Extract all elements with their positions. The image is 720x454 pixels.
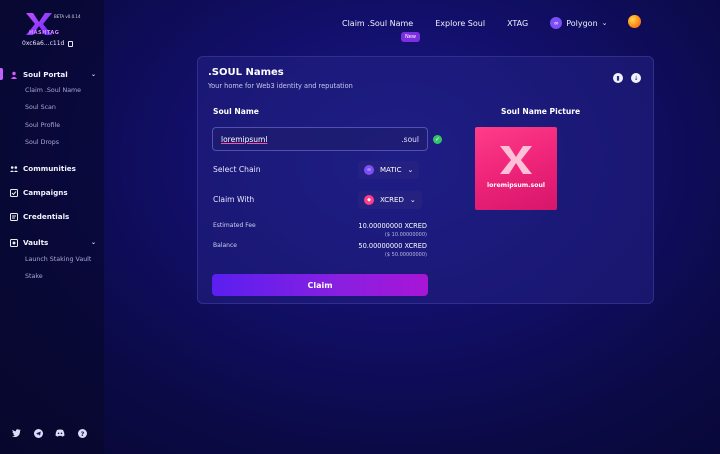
soul-suffix: .soul <box>401 134 419 144</box>
soul-name-picture: loremipsum.soul <box>475 127 557 210</box>
soul-names-card: .SOUL Names Your home for Web3 identity … <box>197 56 654 304</box>
sidebar-section-label: Campaigns <box>23 188 68 197</box>
campaigns-icon <box>10 188 18 197</box>
page-title: .SOUL Names <box>208 67 284 78</box>
soul-name-value: loremipsuml <box>221 134 268 144</box>
avatar[interactable] <box>628 15 641 28</box>
token-value: XCRED <box>380 196 404 204</box>
copy-icon[interactable] <box>68 40 74 47</box>
vault-icon <box>10 238 18 247</box>
sidebar-section-label: Soul Portal <box>23 70 68 79</box>
balance-value: 50.00000000 XCRED <box>358 242 427 250</box>
sidebar-item-launch-staking-vault[interactable]: Launch Staking Vault <box>25 256 91 263</box>
token-select[interactable]: ◆ XCRED ⌄ <box>358 191 422 209</box>
sidebar-section-soul-portal[interactable]: Soul Portal ⌄ <box>10 70 96 79</box>
sidebar-item-soul-scan[interactable]: Soul Scan <box>25 104 56 111</box>
wallet-address[interactable]: 0xc6a6...c11d <box>22 40 74 47</box>
estimated-fee-usd: ($ 10.00000000) <box>384 232 427 238</box>
communities-icon <box>10 165 18 173</box>
network-label: Polygon <box>566 18 598 28</box>
sidebar-section-credentials[interactable]: Credentials <box>10 212 96 221</box>
new-badge: New <box>401 31 420 42</box>
sidebar-section-label: Communities <box>23 164 76 173</box>
nav-explore-soul[interactable]: Explore Soul <box>435 19 485 28</box>
sidebar-section-label: Vaults <box>23 238 49 247</box>
soul-name-input[interactable]: loremipsuml .soul <box>212 127 428 151</box>
sidebar-item-soul-drops[interactable]: Soul Drops <box>25 139 59 146</box>
estimated-fee-label: Estimated Fee <box>213 222 256 229</box>
beta-version: BETA v0.0.14 <box>54 14 81 19</box>
credentials-icon <box>10 212 18 221</box>
matic-icon: ∞ <box>364 165 374 175</box>
chevron-down-icon: ⌄ <box>409 196 416 204</box>
top-navigation: Claim .Soul Name New Explore Soul XTAG ∞… <box>342 17 630 42</box>
chain-select[interactable]: ∞ MATIC ⌄ <box>358 161 420 179</box>
chain-value: MATIC <box>380 166 402 174</box>
card-actions: ▮ ↓ <box>613 73 641 83</box>
user-icon <box>10 71 18 79</box>
picture-soul-name: loremipsum.soul <box>487 182 545 189</box>
balance-label: Balance <box>213 242 237 249</box>
download-icon[interactable]: ↓ <box>631 73 641 83</box>
chevron-down-icon: ⌄ <box>90 239 96 246</box>
sidebar-item-claim-soul-name[interactable]: Claim .Soul Name <box>25 87 81 94</box>
check-icon: ✓ <box>433 135 442 144</box>
social-links: ? <box>11 428 87 438</box>
discord-icon[interactable] <box>55 428 65 438</box>
sidebar-section-vaults[interactable]: Vaults ⌄ <box>10 238 96 247</box>
hashtag-logo-icon <box>500 146 532 174</box>
svg-text:?: ? <box>80 429 84 437</box>
telegram-icon[interactable] <box>33 428 43 438</box>
claim-with-label: Claim With <box>213 195 255 204</box>
brand-name: HASHTAG <box>29 30 60 36</box>
stats-icon[interactable]: ▮ <box>613 73 623 83</box>
page-subtitle: Your home for Web3 identity and reputati… <box>208 82 353 90</box>
network-selector[interactable]: ∞ Polygon ⌄ <box>550 17 608 29</box>
nav-xtag[interactable]: XTAG <box>507 19 528 28</box>
claim-button[interactable]: Claim <box>212 274 428 296</box>
twitter-icon[interactable] <box>11 428 21 438</box>
sidebar-item-soul-profile[interactable]: Soul Profile <box>25 122 60 129</box>
active-indicator <box>0 68 3 80</box>
polygon-icon: ∞ <box>550 17 563 29</box>
sidebar-item-stake[interactable]: Stake <box>25 273 43 280</box>
sidebar-section-communities[interactable]: Communities <box>10 164 96 173</box>
soul-name-label: Soul Name <box>213 107 259 116</box>
picture-label: Soul Name Picture <box>501 107 581 116</box>
sidebar-section-label: Credentials <box>23 212 70 221</box>
nav-claim-label: Claim .Soul Name <box>342 18 414 28</box>
sidebar-section-campaigns[interactable]: Campaigns <box>10 188 96 197</box>
xcred-icon: ◆ <box>364 195 374 205</box>
chevron-down-icon: ⌄ <box>601 19 608 27</box>
wallet-address-text: 0xc6a6...c11d <box>22 40 65 47</box>
sidebar: HASHTAG BETA v0.0.14 0xc6a6...c11d Soul … <box>0 0 104 454</box>
chevron-down-icon: ⌄ <box>90 71 96 78</box>
help-icon[interactable]: ? <box>77 428 87 438</box>
select-chain-label: Select Chain <box>213 165 261 174</box>
balance-usd: ($ 50.00000000) <box>384 252 427 258</box>
estimated-fee-value: 10.00000000 XCRED <box>358 222 427 230</box>
nav-claim-soul-name[interactable]: Claim .Soul Name New <box>342 18 420 42</box>
chevron-down-icon: ⌄ <box>407 166 414 174</box>
